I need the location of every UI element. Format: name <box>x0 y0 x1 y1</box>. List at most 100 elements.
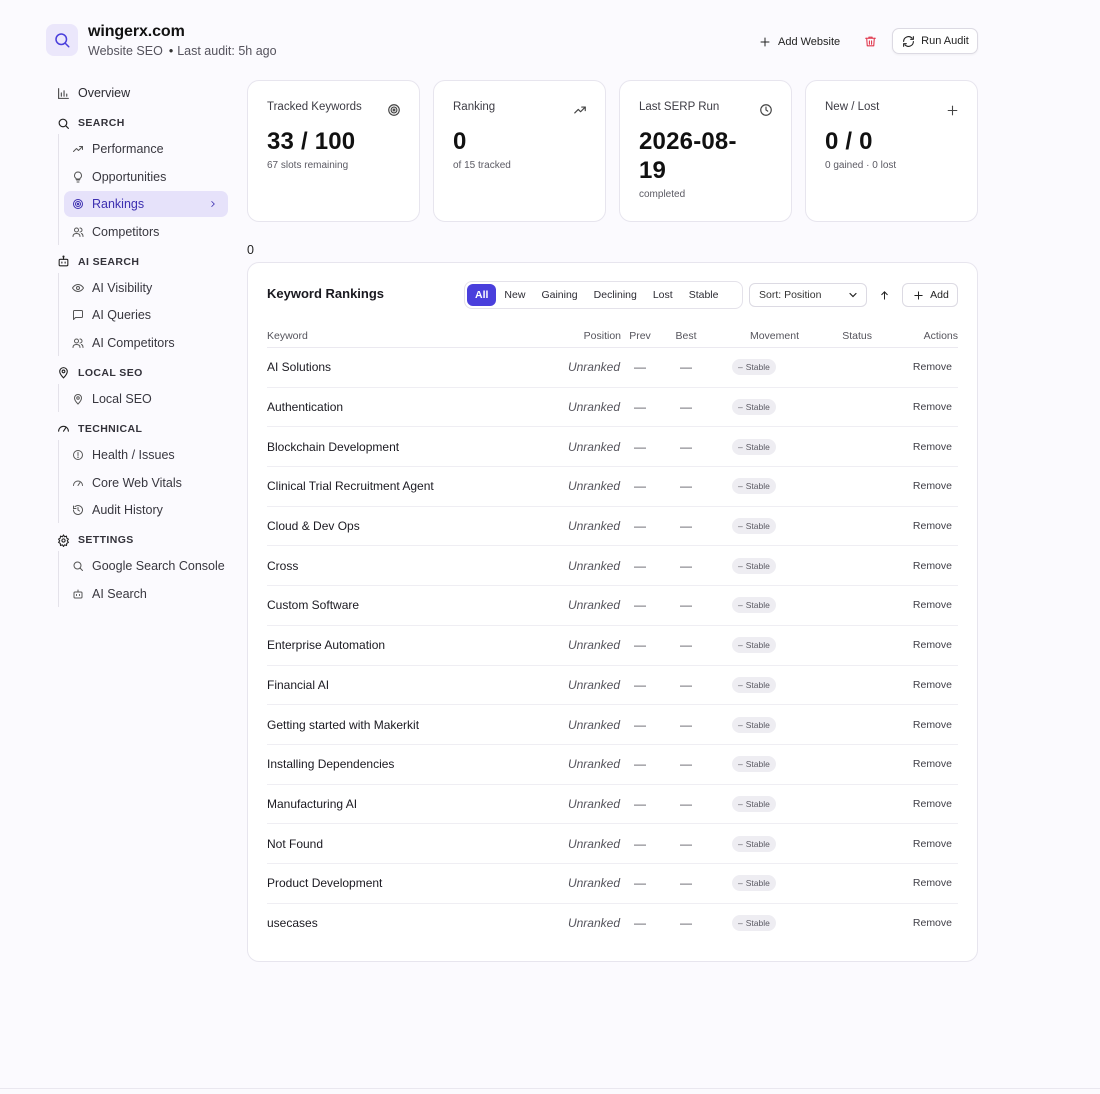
trending-up-icon <box>71 142 85 156</box>
table-row: Installing Dependencies Unranked — — – Stable… <box>267 745 958 785</box>
prev-cell: — <box>634 796 646 811</box>
sort-select[interactable]: Sort: Position <box>749 283 867 307</box>
remove-button[interactable]: Remove <box>872 639 958 651</box>
sidebar-item-label: AI Search <box>92 586 147 601</box>
stat-sub: completed <box>639 189 686 200</box>
site-type: Website SEO <box>88 44 163 58</box>
col-actions: Actions <box>923 330 958 342</box>
position-cell: Unranked <box>567 757 620 772</box>
users-icon <box>71 336 85 350</box>
section-technical-label: TECHNICAL <box>78 422 143 435</box>
sidebar-item-core-web-vitals[interactable]: Core Web Vitals <box>64 470 230 496</box>
movement-cell: – Stable <box>713 557 799 574</box>
sidebar-item-label: Rankings <box>92 197 145 212</box>
sidebar-item-audit-history[interactable]: Audit History <box>64 497 230 523</box>
col-prev[interactable]: Prev <box>621 330 659 342</box>
col-best[interactable]: Best <box>659 330 713 342</box>
plus-icon <box>911 288 925 302</box>
movement-cell: – Stable <box>713 438 799 455</box>
minus-icon: – <box>738 521 743 532</box>
sidebar-item-ai-competitors[interactable]: AI Competitors <box>64 330 230 356</box>
table-row: Clinical Trial Recruitment Agent Unranked… <box>267 467 958 507</box>
add-website-button[interactable]: Add Website <box>758 31 840 53</box>
sidebar-item-label: Google Search Console <box>92 559 225 574</box>
sidebar-item-competitors[interactable]: Competitors <box>64 219 230 245</box>
remove-button[interactable]: Remove <box>872 361 958 373</box>
map-pin-icon <box>71 392 85 406</box>
keyword-cell: Not Found <box>267 836 324 851</box>
prev-cell: — <box>634 836 646 851</box>
movement-cell: – Stable <box>713 597 799 614</box>
trending-up-icon <box>573 103 587 117</box>
remove-button[interactable]: Remove <box>872 877 958 889</box>
movement-label: Stable <box>745 679 770 690</box>
sidebar: Overview SEARCH Performance Opportunitie… <box>52 80 230 608</box>
sidebar-item-opportunities[interactable]: Opportunities <box>64 164 230 190</box>
movement-badge: – Stable <box>732 359 776 376</box>
remove-button[interactable]: Remove <box>872 798 958 810</box>
minus-icon: – <box>738 878 743 889</box>
remove-button[interactable]: Remove <box>872 520 958 532</box>
sidebar-item-ai-search[interactable]: AI Search <box>64 581 230 607</box>
chevron-down-icon <box>846 288 860 302</box>
col-status[interactable]: Status <box>799 330 872 342</box>
remove-button[interactable]: Remove <box>872 719 958 731</box>
filter-all[interactable]: All <box>467 284 497 306</box>
sidebar-item-local-seo[interactable]: Local SEO <box>64 386 230 412</box>
remove-button[interactable]: Remove <box>872 441 958 453</box>
bot-icon <box>71 587 85 601</box>
delete-website-button[interactable] <box>861 32 879 50</box>
remove-button[interactable]: Remove <box>872 560 958 572</box>
movement-label: Stable <box>745 481 770 492</box>
table-row: Authentication Unranked — — – Stable Remove <box>267 388 958 428</box>
remove-button[interactable]: Remove <box>872 838 958 850</box>
nav-overview[interactable]: Overview <box>52 80 230 106</box>
movement-badge: – Stable <box>732 915 776 932</box>
filter-lost[interactable]: Lost <box>645 284 681 306</box>
map-pin-icon <box>56 366 70 380</box>
sidebar-item-ai-queries[interactable]: AI Queries <box>64 302 230 328</box>
add-keyword-button[interactable]: Add <box>902 283 958 307</box>
stat-value-line: 2026-08- <box>639 128 737 155</box>
stat-card-last-serp-run: Last SERP Run 2026-08- 19 completed <box>619 80 792 222</box>
col-keyword[interactable]: Keyword <box>267 330 499 342</box>
position-cell: Unranked <box>567 479 620 494</box>
remove-button[interactable]: Remove <box>872 599 958 611</box>
remove-button[interactable]: Remove <box>872 480 958 492</box>
table-row: Cross Unranked — — – Stable Remove <box>267 546 958 587</box>
filter-declining[interactable]: Declining <box>586 284 645 306</box>
prev-cell: — <box>634 439 646 454</box>
section-ai-search-label: AI SEARCH <box>78 255 140 268</box>
keyword-rankings-panel: Keyword Rankings All New Gaining Declini… <box>247 262 978 962</box>
filter-stable[interactable]: Stable <box>681 284 727 306</box>
run-audit-button[interactable]: Run Audit <box>892 28 978 54</box>
sidebar-item-health[interactable]: Health / Issues <box>64 442 230 468</box>
col-position[interactable]: Position <box>499 330 621 342</box>
filter-gaining[interactable]: Gaining <box>533 284 585 306</box>
remove-button[interactable]: Remove <box>872 917 958 929</box>
movement-cell: – Stable <box>713 915 799 932</box>
sidebar-item-rankings[interactable]: Rankings <box>64 191 228 218</box>
best-cell: — <box>680 916 692 931</box>
remove-button[interactable]: Remove <box>872 758 958 770</box>
section-local-seo: LOCAL SEO <box>52 362 230 384</box>
filter-new[interactable]: New <box>496 284 533 306</box>
stat-value: 2026-08- 19 <box>639 127 772 185</box>
sort-direction-button[interactable] <box>877 288 891 302</box>
sidebar-item-google-search-console[interactable]: Google Search Console <box>64 553 230 579</box>
best-cell: — <box>680 519 692 534</box>
best-cell: — <box>680 638 692 653</box>
col-movement[interactable]: Movement <box>713 330 799 342</box>
keyword-cell: Blockchain Development <box>267 439 400 454</box>
sidebar-item-ai-visibility[interactable]: AI Visibility <box>64 275 230 301</box>
remove-button[interactable]: Remove <box>872 401 958 413</box>
movement-badge: – Stable <box>732 875 776 892</box>
best-cell: — <box>680 876 692 891</box>
add-keyword-label: Add <box>930 289 949 301</box>
movement-badge: – Stable <box>732 438 776 455</box>
movement-label: Stable <box>745 640 770 651</box>
stat-card-ranking: Ranking 0 of 15 tracked <box>433 80 606 222</box>
table-row: Product Development Unranked — — – Stable Remo… <box>267 864 958 904</box>
sidebar-item-performance[interactable]: Performance <box>64 136 230 162</box>
remove-button[interactable]: Remove <box>872 679 958 691</box>
